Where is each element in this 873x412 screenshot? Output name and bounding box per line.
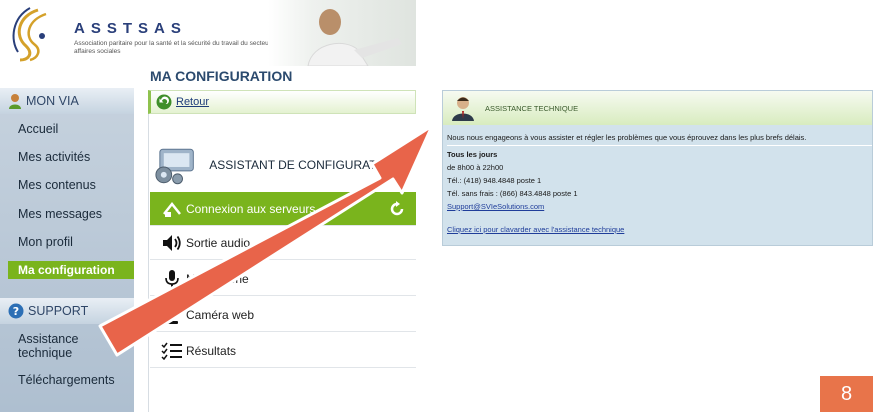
step-resultats[interactable]: Résultats: [150, 334, 416, 368]
sidebar-item-contenus[interactable]: Mes contenus: [18, 178, 96, 192]
speaker-icon: [158, 234, 186, 252]
site-header: ASSTSAS Association paritaire pour la sa…: [0, 0, 416, 66]
assistance-days: Tous les jours: [447, 150, 498, 159]
assistance-hours: de 8h00 à 22h00: [447, 163, 504, 172]
connection-icon: [158, 200, 186, 218]
sidebar-item-accueil[interactable]: Accueil: [18, 122, 58, 136]
wizard-header: ASSISTANT DE CONFIGURATION: [150, 142, 416, 188]
support-email-link[interactable]: Support@SVIeSolutions.com: [447, 202, 544, 211]
asstsas-logo-icon: [12, 7, 47, 62]
step-label: Résultats: [186, 343, 237, 358]
step-label: Microphone: [186, 271, 249, 286]
checklist-icon: [158, 342, 186, 360]
wizard-title: ASSISTANT DE CONFIGURATION: [209, 158, 398, 172]
step-label: Sortie audio: [186, 235, 251, 250]
back-link[interactable]: Retour: [176, 96, 209, 108]
step-label: Connexion aux serveurs: [186, 201, 316, 216]
assistance-panel-title: ASSISTANCE TECHNIQUE: [485, 103, 579, 113]
person-photo-icon: [307, 9, 402, 66]
sidebar-item-configuration[interactable]: Ma configuration: [8, 261, 134, 279]
user-icon: [9, 94, 21, 109]
assistance-panel-header: ASSISTANCE TECHNIQUE: [443, 91, 872, 125]
step-microphone[interactable]: Microphone: [150, 262, 416, 296]
sidebar: MON VIA Accueil Mes activités Mes conten…: [0, 88, 134, 412]
sidebar-section-label: MON VIA: [26, 94, 79, 108]
configuration-gears-icon: [155, 148, 194, 185]
divider: [447, 145, 872, 146]
step-label: Caméra web: [186, 307, 255, 322]
assistance-panel: ASSISTANCE TECHNIQUE Nous nous engageons…: [442, 90, 873, 246]
back-arrow-icon[interactable]: [156, 94, 172, 110]
chat-link[interactable]: Cliquez ici pour clavarder avec l'assist…: [447, 225, 624, 234]
webcam-icon: [158, 305, 186, 325]
slide-number: 8: [820, 376, 873, 412]
back-bar: Retour: [148, 90, 416, 114]
sidebar-item-profil[interactable]: Mon profil: [18, 235, 73, 249]
step-camera-web[interactable]: Caméra web: [150, 298, 416, 332]
sidebar-item-activites[interactable]: Mes activités: [18, 150, 90, 164]
sidebar-section-via[interactable]: MON VIA: [0, 88, 134, 114]
assistance-panel-body: Nous nous engageons à vous assister et r…: [447, 131, 872, 236]
page-title: MA CONFIGURATION: [150, 68, 293, 84]
step-connexion[interactable]: Connexion aux serveurs: [150, 192, 416, 226]
assistance-phone: Tél.: (418) 948.4848 poste 1: [447, 176, 542, 185]
svg-text:?: ?: [13, 305, 19, 318]
sidebar-item-messages[interactable]: Mes messages: [18, 207, 102, 221]
brand-name: ASSTSAS: [74, 20, 187, 37]
refresh-icon[interactable]: [388, 200, 406, 218]
support-agent-icon: [452, 97, 474, 121]
brand-tagline: Association paritaire pour la santé et l…: [74, 40, 271, 55]
sidebar-section-support[interactable]: ? SUPPORT: [0, 298, 134, 324]
sidebar-section-label: SUPPORT: [28, 304, 89, 318]
header-photo: [268, 0, 416, 66]
help-icon: ?: [8, 303, 24, 319]
sidebar-item-assistance[interactable]: Assistance technique: [18, 332, 78, 360]
microphone-icon: [158, 269, 186, 289]
sidebar-item-telechargements[interactable]: Téléchargements: [18, 373, 115, 387]
assistance-tollfree: Tél. sans frais : (866) 843.4848 poste 1: [447, 189, 578, 198]
assistance-intro: Nous nous engageons à vous assister et r…: [447, 133, 807, 142]
step-sortie-audio[interactable]: Sortie audio: [150, 226, 416, 260]
